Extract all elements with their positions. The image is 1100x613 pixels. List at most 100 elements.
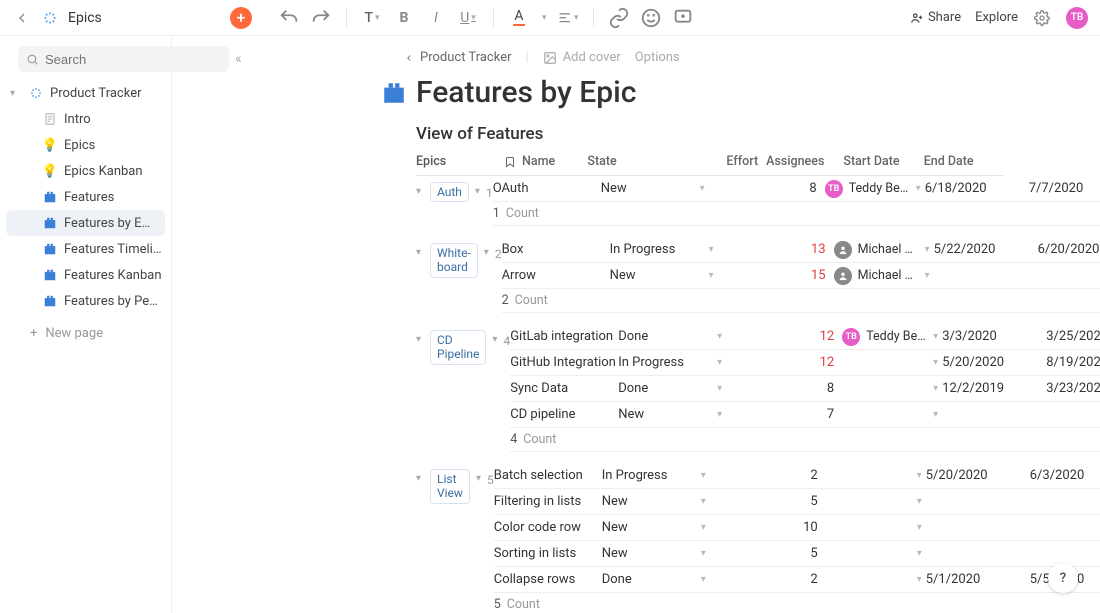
cell-start-date[interactable]: 5/20/2020	[926, 468, 1030, 483]
group-chip[interactable]: Auth	[430, 182, 469, 202]
share-button[interactable]: Share	[910, 10, 961, 25]
new-page-button[interactable]: + New page	[0, 320, 171, 347]
cell-name[interactable]: Sync Data	[510, 381, 618, 396]
chevron-down-icon[interactable]: ▾	[717, 409, 722, 420]
bold-button[interactable]: B	[393, 7, 415, 29]
chevron-down-icon[interactable]: ▾	[709, 270, 714, 281]
cell-state[interactable]: New▾	[602, 520, 782, 535]
font-color-button[interactable]: A	[508, 7, 530, 29]
cell-assignees[interactable]: TBTeddy Bear▾	[817, 180, 925, 198]
cell-name[interactable]: CD pipeline	[510, 407, 618, 422]
table-row[interactable]: Sorting in listsNew▾5▾	[494, 541, 1100, 567]
col-header-start[interactable]: Start Date	[843, 154, 923, 169]
cell-end-date[interactable]: 6/20/2020	[1038, 242, 1100, 257]
cell-end-date[interactable]: 7/7/2020	[1029, 181, 1100, 196]
chevron-down-icon[interactable]: ▾	[701, 548, 706, 559]
align-button[interactable]: ▾	[557, 7, 579, 29]
cell-end-date[interactable]: 3/23/2020	[1046, 381, 1100, 396]
group-collapse-toggle[interactable]: ▾	[416, 243, 426, 258]
chevron-down-icon[interactable]: ▾	[701, 574, 706, 585]
add-cover-button[interactable]: Add cover	[543, 50, 621, 65]
cell-effort[interactable]: 10	[782, 520, 818, 535]
col-header-name[interactable]: Name	[504, 154, 587, 169]
cell-assignees[interactable]: TBTeddy Bear▾	[834, 328, 942, 346]
sidebar-item[interactable]: 💡Epics Kanban	[0, 158, 171, 184]
cell-name[interactable]: Box	[502, 242, 610, 257]
cell-effort[interactable]: 8	[781, 181, 817, 196]
cell-effort[interactable]: 13	[790, 242, 826, 257]
chevron-down-icon[interactable]: ▾	[917, 522, 922, 533]
cell-effort[interactable]: 12	[798, 355, 834, 370]
text-style-button[interactable]: T▾	[361, 7, 383, 29]
undo-button[interactable]	[278, 7, 300, 29]
cell-assignees[interactable]: ▾	[834, 409, 942, 420]
cell-state[interactable]: In Progress▾	[610, 242, 790, 257]
cell-name[interactable]: Color code row	[494, 520, 602, 535]
sidebar-root[interactable]: ▾ Product Tracker	[0, 80, 171, 106]
cell-state[interactable]: Done▾	[602, 572, 782, 587]
cell-state[interactable]: New▾	[602, 494, 782, 509]
cell-effort[interactable]: 7	[798, 407, 834, 422]
group-collapse-toggle[interactable]: ▾	[416, 182, 426, 197]
chevron-down-icon[interactable]: ▾	[933, 357, 938, 368]
emoji-button[interactable]	[640, 7, 662, 29]
underline-button[interactable]: U▾	[457, 7, 479, 29]
chevron-down-icon[interactable]: ▾	[933, 331, 938, 342]
cell-state[interactable]: In Progress▾	[602, 468, 782, 483]
cell-effort[interactable]: 12	[798, 329, 834, 344]
chevron-down-icon[interactable]: ▾	[490, 330, 499, 345]
col-header-end[interactable]: End Date	[924, 154, 1004, 169]
chevron-down-icon[interactable]: ▾	[917, 574, 922, 585]
chevron-down-icon[interactable]: ▾	[933, 409, 938, 420]
table-row[interactable]: GitHub IntegrationIn Progress▾12▾5/20/20…	[510, 350, 1100, 376]
page-icon[interactable]	[380, 79, 408, 107]
cell-assignees[interactable]: Michael Du…▾	[826, 267, 934, 285]
cell-effort[interactable]: 2	[782, 572, 818, 587]
chevron-down-icon[interactable]: ▾	[701, 470, 706, 481]
cell-state[interactable]: Done▾	[618, 329, 798, 344]
cell-start-date[interactable]: 5/20/2020	[942, 355, 1046, 370]
chevron-down-icon[interactable]: ▾	[482, 243, 491, 258]
group-chip[interactable]: CDPipeline	[430, 330, 486, 365]
sidebar-item[interactable]: Features by People	[0, 288, 171, 314]
cell-name[interactable]: Arrow	[502, 268, 610, 283]
col-header-state[interactable]: State	[587, 154, 726, 169]
cell-state[interactable]: New▾	[610, 268, 790, 283]
cell-state[interactable]: In Progress▾	[618, 355, 798, 370]
cell-name[interactable]: Collapse rows	[494, 572, 602, 587]
page-title[interactable]: Features by Epic	[416, 75, 636, 110]
chevron-down-icon[interactable]: ▾	[700, 183, 705, 194]
cell-start-date[interactable]: 5/1/2020	[926, 572, 1030, 587]
sidebar-item[interactable]: Intro	[0, 106, 171, 132]
chevron-down-icon[interactable]: ▾	[933, 383, 938, 394]
cell-assignees[interactable]: ▾	[818, 522, 926, 533]
settings-button[interactable]	[1032, 8, 1052, 28]
chevron-down-icon[interactable]: ▾	[474, 469, 483, 484]
comment-button[interactable]	[672, 7, 694, 29]
cell-start-date[interactable]: 12/2/2019	[942, 381, 1046, 396]
cell-effort[interactable]: 15	[790, 268, 826, 283]
cell-start-date[interactable]: 5/22/2020	[934, 242, 1038, 257]
table-row[interactable]: ArrowNew▾15Michael Du…▾	[502, 263, 1100, 289]
user-avatar[interactable]: TB	[1066, 7, 1088, 29]
cell-assignees[interactable]: ▾	[818, 496, 926, 507]
cell-end-date[interactable]: 6/3/2020	[1030, 468, 1100, 483]
cell-state[interactable]: New▾	[602, 546, 782, 561]
table-row[interactable]: Collapse rowsDone▾2▾5/1/20205/5/2020	[494, 567, 1100, 593]
sidebar-item[interactable]: Features	[0, 184, 171, 210]
cell-assignees[interactable]: ▾	[834, 383, 942, 394]
cell-assignees[interactable]: ▾	[818, 548, 926, 559]
cell-effort[interactable]: 5	[782, 494, 818, 509]
cell-effort[interactable]: 5	[782, 546, 818, 561]
chevron-down-icon[interactable]: ▾	[709, 244, 714, 255]
table-row[interactable]: BoxIn Progress▾13Michael Du…▾5/22/20206/…	[502, 237, 1100, 263]
collapse-sidebar-button[interactable]: «	[235, 51, 242, 67]
help-button[interactable]: ?	[1048, 563, 1078, 593]
cell-name[interactable]: Filtering in lists	[494, 494, 602, 509]
table-row[interactable]: Sync DataDone▾8▾12/2/20193/23/2020	[510, 376, 1100, 402]
back-button[interactable]	[12, 8, 32, 28]
chevron-down-icon[interactable]: ▾	[917, 548, 922, 559]
search-input[interactable]	[18, 46, 229, 72]
chevron-down-icon[interactable]: ▾	[542, 13, 547, 23]
cell-name[interactable]: GitLab integration	[510, 329, 618, 344]
